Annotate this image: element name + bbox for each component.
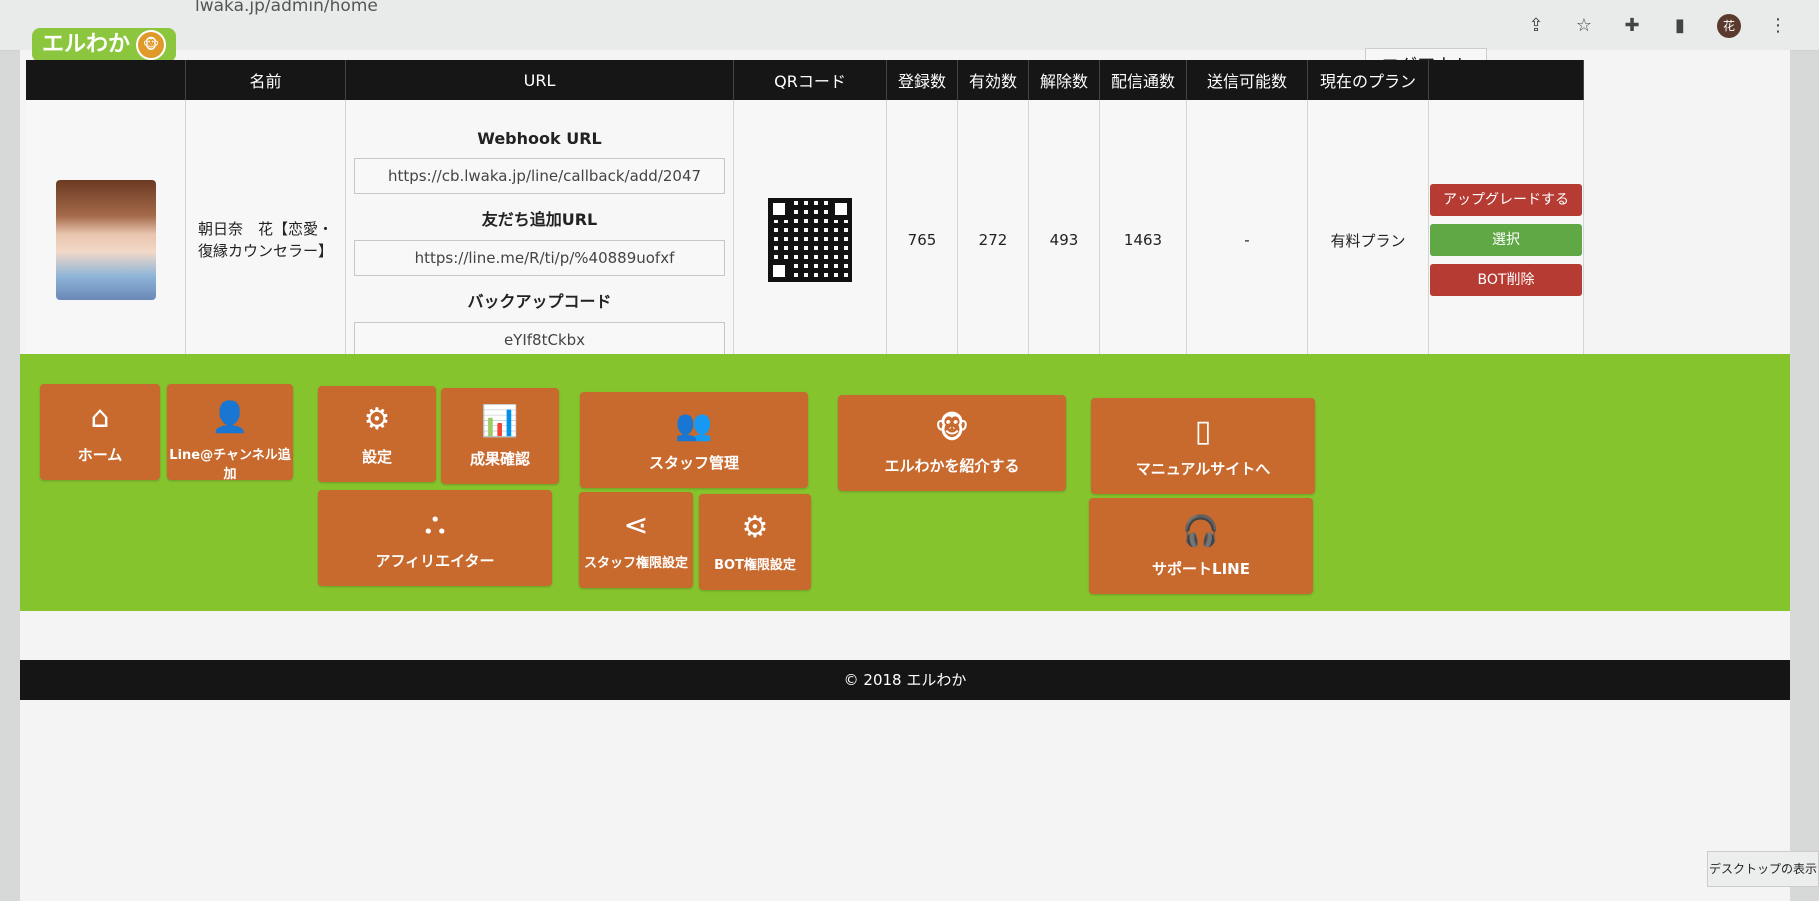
column-header-photo: [26, 60, 186, 100]
photo-cell: [26, 100, 186, 381]
extensions-icon[interactable]: ✚: [1621, 15, 1643, 37]
column-header-sendable: 送信可能数: [1186, 60, 1308, 100]
backup-code-label: バックアップコード: [467, 291, 612, 311]
introduce-tile[interactable]: 🐵 エルわかを紹介する: [838, 395, 1066, 491]
add-user-icon: 👤: [211, 400, 249, 435]
column-header-registered: 登録数: [886, 60, 958, 100]
plan-cell: 有料プラン: [1307, 100, 1429, 381]
staff-permission-tile[interactable]: ⋖ スタッフ権限設定: [579, 492, 693, 588]
column-header-url: URL: [345, 60, 734, 100]
column-header-qr: QRコード: [733, 60, 887, 100]
gear-icon: ⚙: [363, 402, 391, 437]
bot-permission-tile[interactable]: ⚙ BOT権限設定: [699, 494, 811, 590]
gear-shield-icon: ⚙: [741, 510, 769, 545]
presentation-icon: 📊: [481, 404, 519, 439]
introduce-label: エルわかを紹介する: [884, 457, 1020, 475]
select-button[interactable]: 選択: [1430, 224, 1582, 256]
home-icon: ⌂: [90, 400, 110, 435]
show-desktop-button[interactable]: デスクトップの表示: [1707, 851, 1819, 887]
qr-cell: [733, 100, 887, 381]
monkey-icon: 🐵: [136, 30, 167, 60]
qr-code: [768, 198, 852, 282]
registered-cell: 765: [886, 100, 958, 381]
webhook-url-field[interactable]: https://cb.lwaka.jp/line/callback/add/20…: [354, 157, 725, 194]
friend-url-label: 友だち追加URL: [481, 209, 598, 229]
settings-tile[interactable]: ⚙ 設定: [318, 386, 436, 482]
staff-tile[interactable]: 👥 スタッフ管理: [580, 392, 808, 488]
home-label: ホーム: [77, 446, 123, 464]
sendable-cell: -: [1186, 100, 1308, 381]
browser-actions: ⇪ ☆ ✚ ▮ 花 ⋮: [1525, 14, 1789, 38]
column-header-actions: [1428, 60, 1584, 100]
footer: © 2018 エルわか: [20, 660, 1790, 700]
staff-group-icon: 👥: [675, 408, 713, 443]
star-icon[interactable]: ☆: [1573, 15, 1595, 37]
affiliate-label: アフィリエイター: [375, 552, 495, 570]
column-header-deliveries: 配信通数: [1099, 60, 1187, 100]
url-cell: Webhook URL https://cb.lwaka.jp/line/cal…: [345, 100, 734, 381]
account-photo: [55, 180, 156, 300]
hierarchy-icon: ⛬: [424, 506, 446, 541]
name-cell: 朝日奈 花【恋愛・復縁カウンセラー】: [185, 100, 346, 381]
share-icon[interactable]: ⇪: [1525, 15, 1547, 37]
friend-url-field[interactable]: https://line.me/R/ti/p/%40889uofxf: [354, 239, 725, 276]
sidepanel-icon[interactable]: ▮: [1669, 15, 1691, 37]
delete-bot-button[interactable]: BOT削除: [1430, 264, 1582, 296]
cancelled-cell: 493: [1028, 100, 1100, 381]
staff-permission-label: スタッフ権限設定: [583, 556, 688, 571]
bot-permission-label: BOT権限設定: [714, 558, 796, 573]
add-channel-label: Line@チャンネル追加: [169, 448, 291, 482]
valid-cell: 272: [957, 100, 1029, 381]
column-header-plan: 現在のプラン: [1307, 60, 1429, 100]
results-label: 成果確認: [469, 450, 530, 468]
support-label: サポートLINE: [1152, 560, 1250, 578]
affiliate-tile[interactable]: ⛬ アフィリエイター: [318, 490, 552, 586]
support-tile[interactable]: 🎧 サポートLINE: [1089, 498, 1313, 594]
table-header-row: 名前 URL QRコード 登録数 有効数 解除数 配信通数 送信可能数 現在のプ…: [26, 60, 1584, 100]
manual-tile[interactable]: ▯ マニュアルサイトへ: [1091, 398, 1315, 494]
app-logo[interactable]: エルわか 🐵: [32, 28, 177, 62]
upgrade-button[interactable]: アップグレードする: [1430, 184, 1582, 216]
app-page: エルわか 🐵 ログアウト 名前 URL QRコード 登録数 有効数 解除数 配信…: [20, 28, 1790, 901]
deliveries-cell: 1463: [1099, 100, 1187, 381]
home-tile[interactable]: ⌂ ホーム: [40, 384, 160, 480]
webhook-label: Webhook URL: [477, 128, 602, 148]
share-icon: ⋖: [623, 508, 649, 543]
column-header-name: 名前: [185, 60, 346, 100]
profile-avatar[interactable]: 花: [1717, 14, 1741, 38]
staff-label: スタッフ管理: [648, 454, 739, 472]
address-bar[interactable]: lwaka.jp/admin/home: [195, 0, 378, 16]
browser-toolbar: lwaka.jp/admin/home ⇪ ☆ ✚ ▮ 花 ⋮: [0, 0, 1819, 51]
column-header-cancelled: 解除数: [1028, 60, 1100, 100]
menu-panel: ⌂ ホーム 👤 Line@チャンネル追加 ⚙ 設定 📊 成果確認 👥 スタッフ管…: [20, 354, 1790, 611]
column-header-valid: 有効数: [957, 60, 1029, 100]
monkey-face-icon: 🐵: [934, 411, 970, 446]
add-channel-tile[interactable]: 👤 Line@チャンネル追加: [167, 384, 293, 482]
backup-code-field[interactable]: eYIf8tCkbx: [354, 321, 725, 358]
bot-table: 名前 URL QRコード 登録数 有効数 解除数 配信通数 送信可能数 現在のプ…: [26, 60, 1584, 381]
table-row: 朝日奈 花【恋愛・復縁カウンセラー】 Webhook URL https://c…: [26, 100, 1584, 381]
actions-cell: アップグレードする 選択 BOT削除: [1428, 100, 1584, 381]
menu-dots-icon[interactable]: ⋮: [1767, 15, 1789, 37]
manual-label: マニュアルサイトへ: [1135, 460, 1271, 478]
headset-icon: 🎧: [1182, 514, 1220, 549]
logo-text: エルわか: [42, 32, 131, 57]
results-tile[interactable]: 📊 成果確認: [441, 388, 559, 484]
book-icon: ▯: [1194, 414, 1212, 449]
settings-label: 設定: [361, 448, 392, 466]
